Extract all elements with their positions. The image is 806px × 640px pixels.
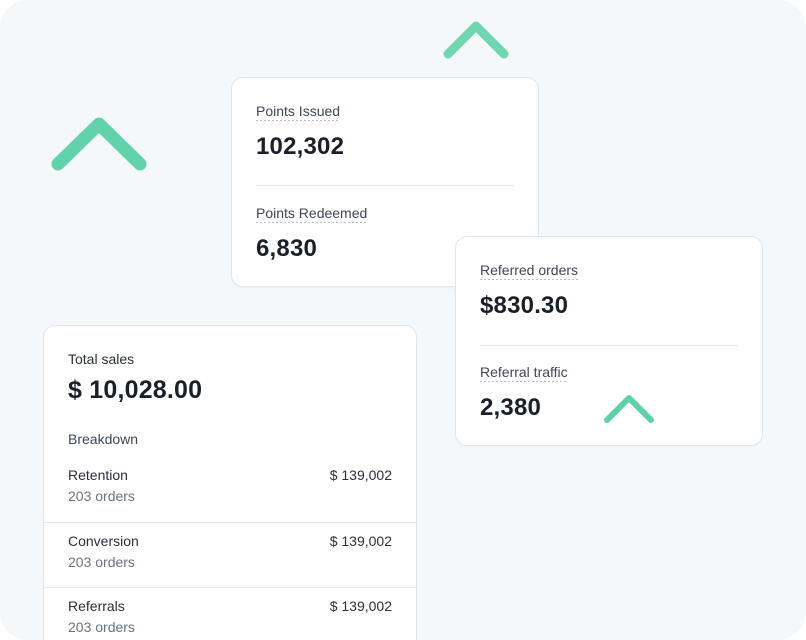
row-amount: $ 139,002 <box>329 598 392 614</box>
row-name: Referrals <box>68 598 125 614</box>
points-redeemed-label[interactable]: Points Redeemed <box>256 205 368 223</box>
breakdown-heading: Breakdown <box>68 431 139 447</box>
breakdown-row[interactable]: Referrals 203 orders $ 139,002 <box>44 587 416 640</box>
breakdown-row[interactable]: Conversion 203 orders $ 139,002 <box>44 522 416 588</box>
row-name: Retention <box>68 467 128 483</box>
total-sales-label: Total sales <box>68 351 135 367</box>
row-orders: 203 orders <box>68 619 135 635</box>
divider <box>256 185 514 186</box>
row-orders: 203 orders <box>68 488 135 504</box>
referred-orders-label[interactable]: Referred orders <box>480 262 579 280</box>
points-redeemed-value: 6,830 <box>256 235 318 262</box>
referral-traffic-value: 2,380 <box>480 394 542 421</box>
row-name: Conversion <box>68 533 139 549</box>
dashboard-stage: Points Issued 102,302 Points Redeemed 6,… <box>0 0 806 640</box>
row-amount: $ 139,002 <box>329 533 392 549</box>
referred-orders-value: $830.30 <box>480 292 569 319</box>
row-amount: $ 139,002 <box>329 467 392 483</box>
total-sales-card: Total sales $ 10,028.00 Breakdown Retent… <box>43 325 417 640</box>
referral-traffic-label[interactable]: Referral traffic <box>480 364 568 382</box>
row-orders: 203 orders <box>68 554 135 570</box>
arrow-up-icon <box>604 395 654 581</box>
breakdown-row[interactable]: Retention 203 orders $ 139,002 <box>44 457 416 522</box>
points-issued-value: 102,302 <box>256 133 345 160</box>
total-sales-value: $ 10,028.00 <box>68 376 203 404</box>
divider <box>480 345 738 346</box>
points-issued-label[interactable]: Points Issued <box>256 103 341 121</box>
arrow-up-icon <box>51 117 147 345</box>
